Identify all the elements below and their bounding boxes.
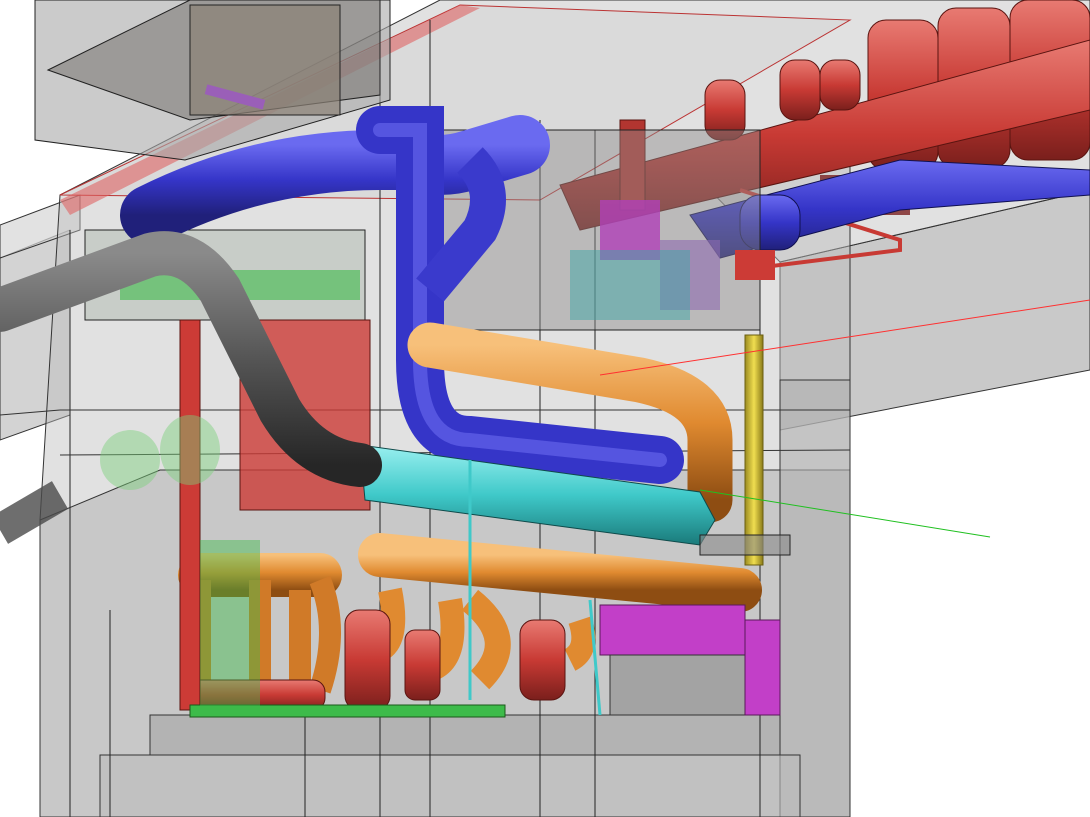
wall-right <box>779 379 851 817</box>
riser-pipe <box>744 334 764 566</box>
plinth <box>149 714 781 756</box>
mep-3d-model[interactable] <box>0 0 1090 817</box>
roof-unit-core <box>189 4 341 116</box>
model-viewport[interactable] <box>0 0 1090 817</box>
plinth-lower <box>99 754 801 817</box>
